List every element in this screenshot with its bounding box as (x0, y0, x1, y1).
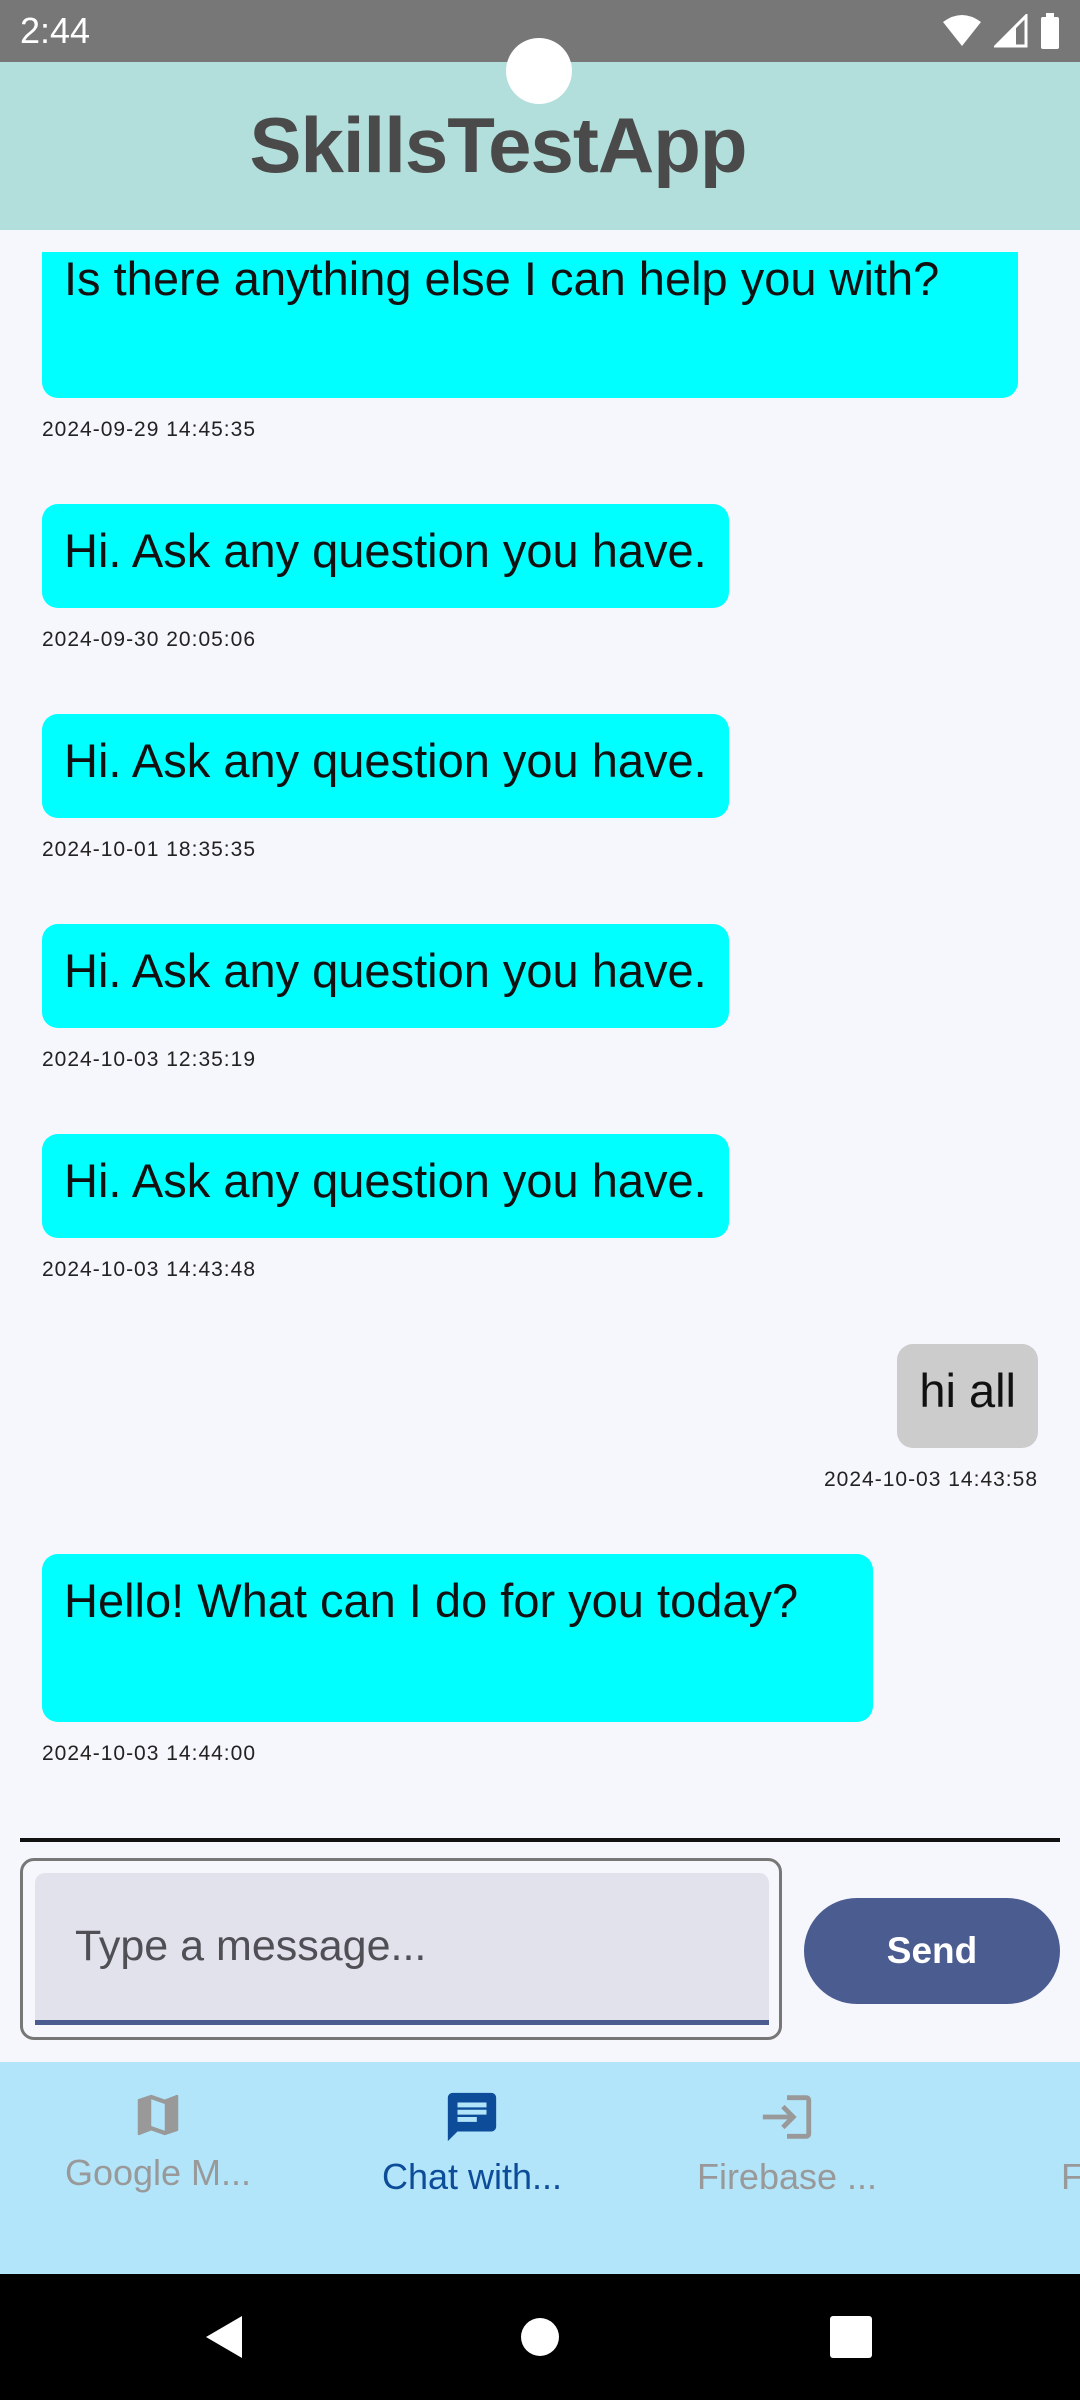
message-item: Hi. Ask any question you have. 2024-10-0… (42, 714, 729, 862)
nav-label: Google M... (64, 2152, 252, 2193)
nav-item-firebase[interactable]: Firebase ... (637, 2088, 937, 2198)
message-item: Hi. Ask any question you have. 2024-09-3… (42, 504, 729, 652)
message-timestamp: 2024-10-03 14:44:00 (42, 1742, 256, 1765)
nav-item-chat[interactable]: Chat with... (322, 2088, 622, 2198)
message-timestamp: 2024-09-29 14:45:35 (42, 418, 256, 441)
app-title: SkillsTestApp (249, 101, 747, 189)
more-icon (1069, 2088, 1080, 2146)
nav-label: Four (1060, 2156, 1080, 2197)
map-icon (137, 2094, 179, 2136)
message-timestamp: 2024-10-01 18:35:35 (42, 838, 256, 861)
signal-icon (994, 14, 1028, 48)
bottom-nav: Google M... Chat with... Firebase ... Fo… (0, 2062, 1080, 2274)
battery-icon (1041, 13, 1059, 49)
message-item: Hi. Ask any question you have. 2024-10-0… (42, 1134, 729, 1282)
user-message-bubble: hi all (897, 1344, 1038, 1448)
login-icon (762, 2095, 812, 2139)
message-list[interactable]: Is there anything else I can help you wi… (0, 230, 1080, 1840)
message-timestamp: 2024-09-30 20:05:06 (42, 628, 256, 651)
message-item: hi all 2024-10-03 14:43:58 (824, 1344, 1038, 1492)
bot-message-bubble: Hi. Ask any question you have. (42, 714, 729, 818)
divider (20, 1838, 1060, 1842)
status-icons (942, 12, 1060, 50)
nav-item-four[interactable]: Four (948, 2088, 1080, 2198)
bot-message-bubble: Hi. Ask any question you have. (42, 1134, 729, 1238)
message-input-box (20, 1858, 782, 2040)
message-timestamp: 2024-10-03 14:43:58 (824, 1468, 1038, 1491)
bot-message-bubble: Hi. Ask any question you have. (42, 924, 729, 1028)
back-icon[interactable] (198, 2312, 248, 2362)
message-timestamp: 2024-10-03 12:35:19 (42, 1048, 256, 1071)
message-input[interactable] (35, 1873, 769, 2025)
recents-icon[interactable] (828, 2312, 874, 2362)
message-item: Hello! What can I do for you today? 2024… (42, 1554, 873, 1766)
bot-message-bubble: Is there anything else I can help you wi… (42, 252, 1018, 398)
bot-message-bubble: Hello! What can I do for you today? (42, 1554, 873, 1722)
nav-item-google-maps[interactable]: Google M... (8, 2088, 308, 2194)
chat-icon (447, 2092, 497, 2142)
camera-cutout (506, 38, 572, 104)
system-nav-bar (0, 2274, 1080, 2400)
send-button[interactable]: Send (804, 1898, 1060, 2004)
status-time: 2:44 (20, 10, 91, 51)
home-icon[interactable] (518, 2312, 562, 2362)
message-timestamp: 2024-10-03 14:43:48 (42, 1258, 256, 1281)
message-item: Is there anything else I can help you wi… (42, 252, 1018, 442)
nav-label: Chat with... (381, 2156, 563, 2197)
bot-message-bubble: Hi. Ask any question you have. (42, 504, 729, 608)
nav-label: Firebase ... (696, 2156, 878, 2197)
message-item: Hi. Ask any question you have. 2024-10-0… (42, 924, 729, 1072)
wifi-icon (943, 15, 981, 46)
